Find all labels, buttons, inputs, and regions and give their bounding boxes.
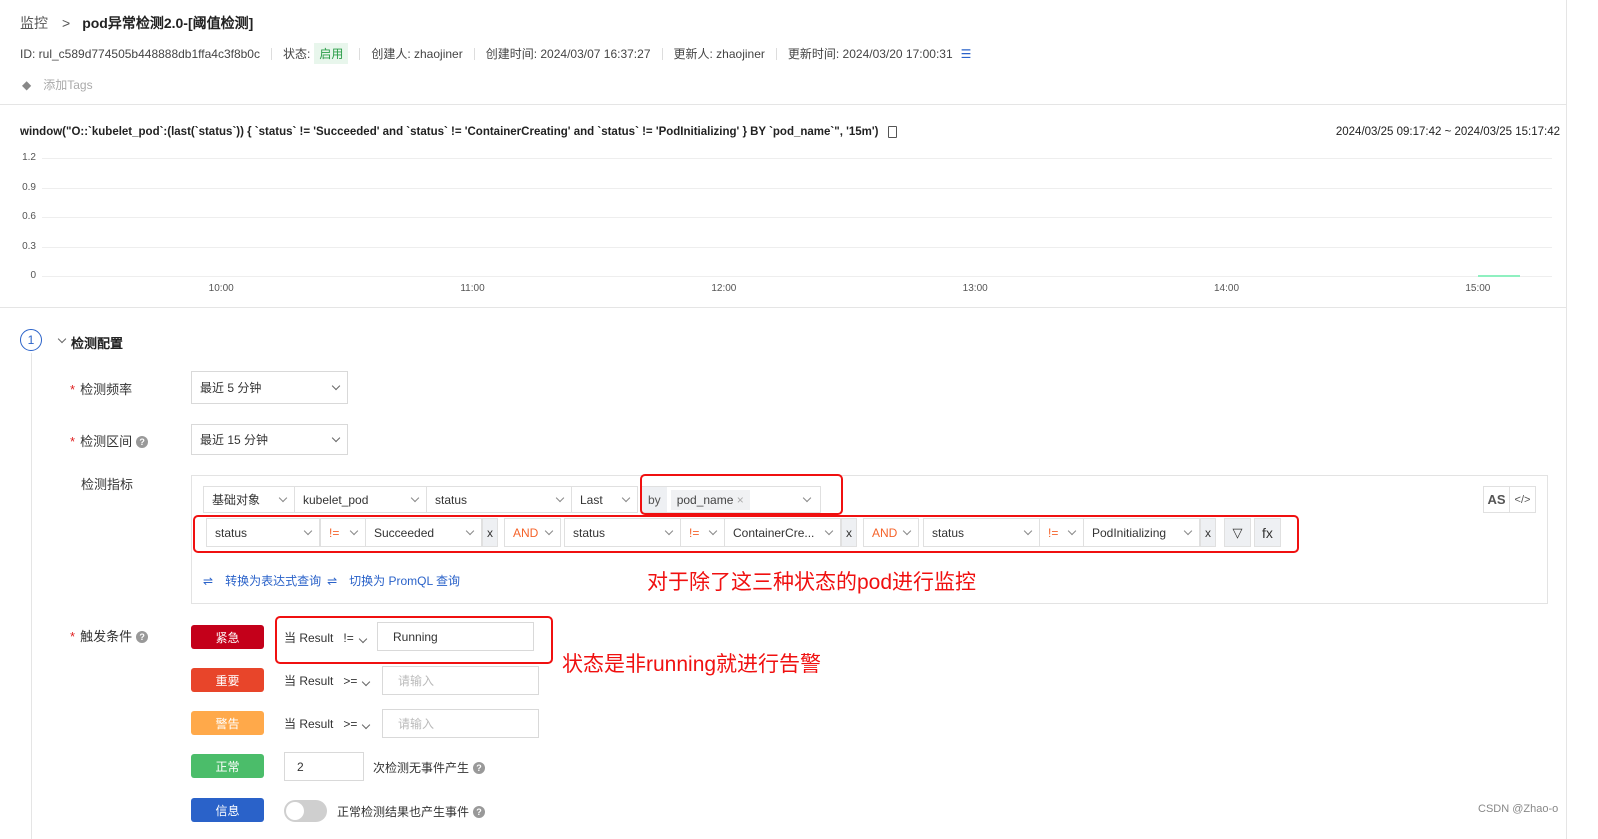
operator-select[interactable]: >= [343, 717, 371, 731]
gridline [42, 187, 1552, 189]
object-type-select[interactable]: 基础对象 [203, 486, 295, 513]
y-tick-label: 0.9 [22, 181, 36, 193]
creator: 创建人: zhaojiner [371, 47, 463, 61]
status-badge: 启用 [314, 43, 349, 64]
swap-icon: ⇌ [327, 573, 338, 588]
breadcrumb: 监控 > pod异常检测2.0-[阈值检测] [20, 13, 253, 33]
alias-button[interactable]: AS [1483, 486, 1510, 513]
x-tick-label: 11:00 [460, 283, 485, 294]
breadcrumb-separator: > [62, 15, 71, 31]
help-icon: ? [136, 631, 149, 643]
condition-major: 当 Result >= [284, 672, 371, 689]
gridline [42, 276, 1552, 277]
condition-warning: 当 Result >= [284, 715, 371, 732]
copy-icon[interactable] [888, 126, 898, 138]
breadcrumb-parent[interactable]: 监控 [20, 13, 48, 33]
annotation-box [640, 474, 843, 515]
info-event-toggle[interactable] [284, 800, 327, 822]
aggregate-select[interactable]: Last [571, 486, 638, 513]
normal-count-input[interactable]: 2 [284, 752, 364, 781]
add-tags[interactable]: ◆ 添加Tags [22, 76, 93, 93]
severity-major: 重要 [191, 668, 264, 692]
measurement-select[interactable]: kubelet_pod [294, 486, 427, 513]
swap-icon: ⇌ [203, 573, 214, 588]
code-icon[interactable]: </> [1509, 486, 1536, 513]
add-tags-label: 添加Tags [43, 78, 93, 92]
divider [0, 307, 1566, 308]
field-select[interactable]: status [426, 486, 572, 513]
step-number: 1 [20, 329, 42, 351]
updated-time: 更新时间: 2024/03/20 17:00:31 [787, 47, 953, 61]
chevron-down-icon [331, 381, 341, 390]
x-tick-label: 15:00 [1465, 283, 1491, 294]
created-time: 创建时间: 2024/03/07 16:37:27 [485, 47, 651, 61]
x-tick-label: 13:00 [962, 283, 988, 294]
freq-select[interactable]: 最近 5 分钟 [191, 371, 348, 404]
updater: 更新人: zhaojiner [673, 47, 765, 61]
freq-label: * 检测频率 [70, 382, 133, 397]
info-toggle-label: 正常检测结果也产生事件? [337, 803, 486, 820]
trigger-annotation: 状态是非running就进行告警 [562, 653, 822, 676]
help-icon: ? [473, 762, 486, 774]
step-line [31, 353, 32, 839]
watermark: CSDN @Zhao-o [1478, 803, 1559, 815]
range-label: * 检测区间? [70, 431, 149, 450]
x-tick-label: 12:00 [711, 283, 737, 294]
severity-warning: 警告 [191, 711, 264, 735]
switch-promql-link[interactable]: 切换为 PromQL 查询 [349, 572, 460, 589]
normal-count-label: 次检测无事件产生? [373, 759, 486, 776]
severity-normal: 正常 [191, 754, 264, 778]
status-label: 状态: [282, 47, 311, 61]
query-text: window("O::`kubelet_pod`:(last(`status`)… [20, 126, 879, 138]
rule-id: ID: rul_c589d774505b448888db1ffa4c3f8b0c [20, 46, 260, 61]
operator-select[interactable]: >= [343, 674, 371, 688]
warning-threshold-input[interactable]: 请输入 [382, 709, 539, 738]
filter-annotation: 对于除了这三种状态的pod进行监控 [647, 571, 977, 594]
range-select[interactable]: 最近 15 分钟 [191, 424, 348, 455]
scrollbar-track[interactable] [1566, 0, 1567, 839]
time-range[interactable]: 2024/03/25 09:17:42 ~ 2024/03/25 15:17:4… [1336, 126, 1560, 138]
y-tick-label: 1.2 [22, 152, 36, 163]
divider [0, 104, 1566, 105]
tag-icon: ◆ [22, 77, 32, 92]
y-tick-label: 0 [30, 270, 36, 281]
y-tick-label: 0.3 [22, 240, 36, 252]
x-tick-label: 14:00 [1214, 283, 1240, 294]
gridline [42, 246, 1552, 248]
page-title: pod异常检测2.0-[阈值检测] [82, 15, 254, 31]
x-tick-label: 10:00 [208, 283, 234, 294]
annotation-box [193, 515, 1299, 553]
help-icon: ? [473, 806, 486, 818]
chevron-down-icon[interactable] [57, 334, 67, 344]
severity-info: 信息 [191, 798, 264, 822]
chevron-down-icon [331, 433, 341, 442]
major-threshold-input[interactable]: 请输入 [382, 666, 539, 695]
annotation-box [275, 616, 553, 664]
history-search-icon[interactable]: ☰ [961, 47, 972, 61]
switch-expression-link[interactable]: 转换为表达式查询 [225, 572, 321, 589]
gridline [42, 217, 1552, 218]
help-icon: ? [136, 436, 149, 448]
y-tick-label: 0.6 [22, 211, 36, 222]
section-title[interactable]: 检测配置 [71, 333, 123, 352]
series-line [1477, 275, 1520, 277]
trigger-label: * 触发条件? [70, 626, 149, 645]
gridline [42, 158, 1552, 159]
severity-critical: 紧急 [191, 625, 264, 649]
metric-label: 检测指标 [81, 477, 134, 492]
rule-meta: ID: rul_c589d774505b448888db1ffa4c3f8b0c… [20, 43, 971, 64]
